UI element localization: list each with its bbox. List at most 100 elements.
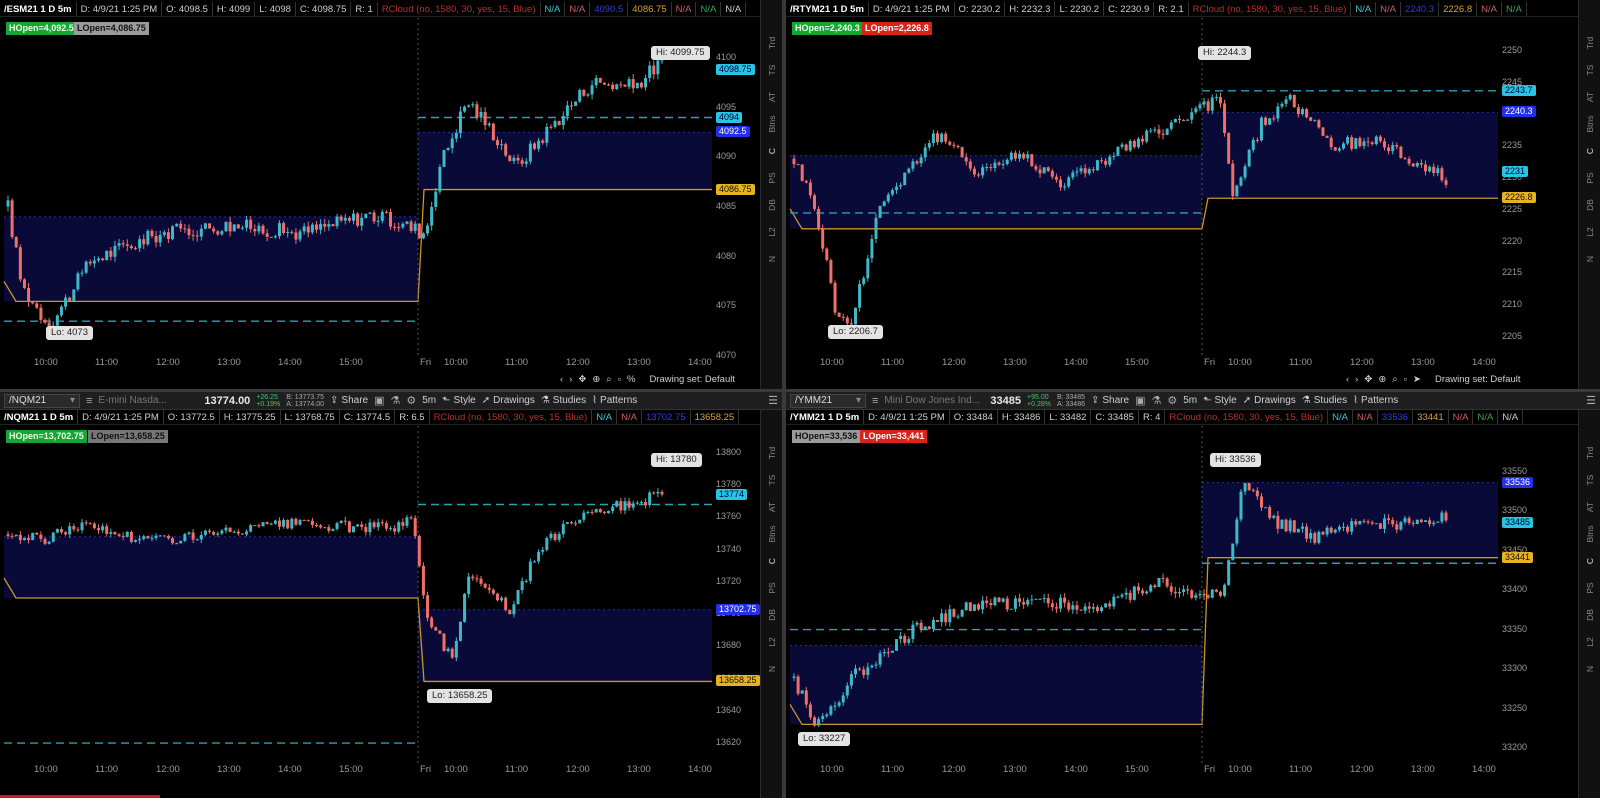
patterns-button[interactable]: ⌇ Patterns [592,395,637,406]
drawing-set-label[interactable]: Drawing set: Default [649,374,735,385]
candle-body [1067,177,1071,187]
drawings-label: Drawings [1254,395,1296,406]
study-value-na: N/A [617,410,642,424]
pan-icon[interactable]: ⊕ [1378,374,1386,385]
study-rcloud[interactable]: RCloud (no, 1580, 30, yes, 15, Blue) [1165,410,1329,424]
net-change-pct: +0.19% [256,400,281,408]
candle-body [1378,136,1382,142]
panel-divider[interactable] [0,389,1600,392]
price-tag-blue: 33536 [1502,476,1534,488]
candlestick-chart[interactable] [0,18,713,358]
drawings-button[interactable]: ➚ Drawings [482,395,535,406]
zoom-icon[interactable]: ⌕ [1392,374,1397,385]
candle-body [615,501,619,507]
lopen-label: LOpen=33,441 [860,430,928,443]
menu-icon[interactable]: ☰ [768,394,778,407]
side-tab-n[interactable]: N [767,242,777,276]
y-tick-label: 2235 [1502,140,1523,151]
patterns-button[interactable]: ⌇ Patterns [1353,395,1398,406]
candle-body [335,523,339,529]
drawings-button[interactable]: ➚ Drawings [1243,395,1296,406]
panel-divider[interactable] [782,0,786,798]
percent-icon[interactable]: % [627,374,635,385]
candle-body [1009,608,1013,610]
symbol-selector[interactable]: /NQM21 ▾ [4,393,80,408]
candle-body [796,676,800,694]
pan-icon[interactable]: ⊕ [592,374,600,385]
range-cloud-current [1202,112,1498,199]
candle-body [1161,133,1165,135]
candlestick-chart[interactable] [0,426,713,766]
flask-icon[interactable]: ⚗ [391,394,401,407]
share-button[interactable]: ⇪ Share [1091,395,1129,406]
drawing-set-label[interactable]: Drawing set: Default [1435,374,1521,385]
cursor-icon[interactable]: ▫ [1404,374,1407,385]
candle-body [68,526,72,535]
chart-title[interactable]: /NQM21 1 D 5m [0,410,79,424]
chart-title[interactable]: /RTYM21 1 D 5m [786,2,869,16]
candle-body [968,602,972,611]
interval-selector[interactable]: 5m [1183,395,1197,406]
camera-icon[interactable]: ▣ [1135,394,1145,407]
studies-button[interactable]: ⚗ Studies [541,395,586,406]
scroll-right-icon[interactable]: › [569,374,572,385]
chart-title[interactable]: /ESM21 1 D 5m [0,2,77,16]
gear-icon[interactable]: ⚙ [1167,394,1177,407]
candle-body [27,288,31,302]
candle-body [14,236,18,248]
candle-body [1177,118,1181,120]
study-rcloud[interactable]: RCloud (no, 1580, 30, yes, 15, Blue) [1189,2,1352,16]
candle-body [1432,166,1436,174]
share-button[interactable]: ⇪ Share [330,395,368,406]
x-tick-label: 11:00 [505,764,529,775]
chart-title[interactable]: /YMM21 1 D 5m [786,410,865,424]
side-tab-n[interactable]: N [767,652,777,686]
candle-body [960,610,964,617]
study-value-gold: 4086.75 [628,2,672,16]
pointer-icon[interactable]: ➤ [1413,374,1421,385]
scroll-left-icon[interactable]: ‹ [560,374,563,385]
candle-body [356,524,360,527]
candle-body [76,529,80,531]
scroll-right-icon[interactable]: › [1355,374,1358,385]
style-button[interactable]: ⬑ Style [1203,395,1237,406]
style-button[interactable]: ⬑ Style [442,395,476,406]
drag-icon[interactable]: ✥ [578,374,586,385]
candle-body [298,520,302,525]
candle-body [1075,605,1079,610]
candle-body [1243,166,1247,178]
drag-icon[interactable]: ✥ [1364,374,1372,385]
study-rcloud[interactable]: RCloud (no, 1580, 30, yes, 15, Blue) [430,410,593,424]
candle-body [430,617,434,628]
bar-high: H: 13775.25 [220,410,281,424]
link-icon[interactable]: ≡ [872,395,878,407]
candlestick-chart[interactable] [786,426,1498,766]
symbol-selector[interactable]: /YMM21 ▾ [790,393,866,408]
study-rcloud[interactable]: RCloud (no, 1580, 30, yes, 15, Blue) [378,2,541,16]
studies-label: Studies [1313,395,1348,406]
candle-body [940,613,944,622]
candle-body [1116,596,1120,598]
side-tab-n[interactable]: N [1585,652,1595,686]
candle-body [919,622,923,630]
candle-body [919,157,923,164]
gear-icon[interactable]: ⚙ [406,394,416,407]
zoom-icon[interactable]: ⌕ [606,374,611,385]
scroll-left-icon[interactable]: ‹ [1346,374,1349,385]
flask-icon[interactable]: ⚗ [1151,394,1161,407]
studies-button[interactable]: ⚗ Studies [1302,395,1347,406]
menu-icon[interactable]: ☰ [1586,394,1596,407]
candle-body [245,531,249,535]
cursor-icon[interactable]: ▫ [618,374,621,385]
candle-body [1292,520,1296,533]
y-tick-label: 13740 [716,543,742,554]
interval-selector[interactable]: 5m [422,395,436,406]
candle-body [232,531,236,533]
candlestick-chart[interactable] [786,18,1498,358]
y-tick-label: 2220 [1502,235,1523,246]
candle-body [813,195,817,209]
candle-body [1313,533,1317,543]
link-icon[interactable]: ≡ [86,395,92,407]
side-tab-n[interactable]: N [1585,242,1595,276]
camera-icon[interactable]: ▣ [374,394,384,407]
